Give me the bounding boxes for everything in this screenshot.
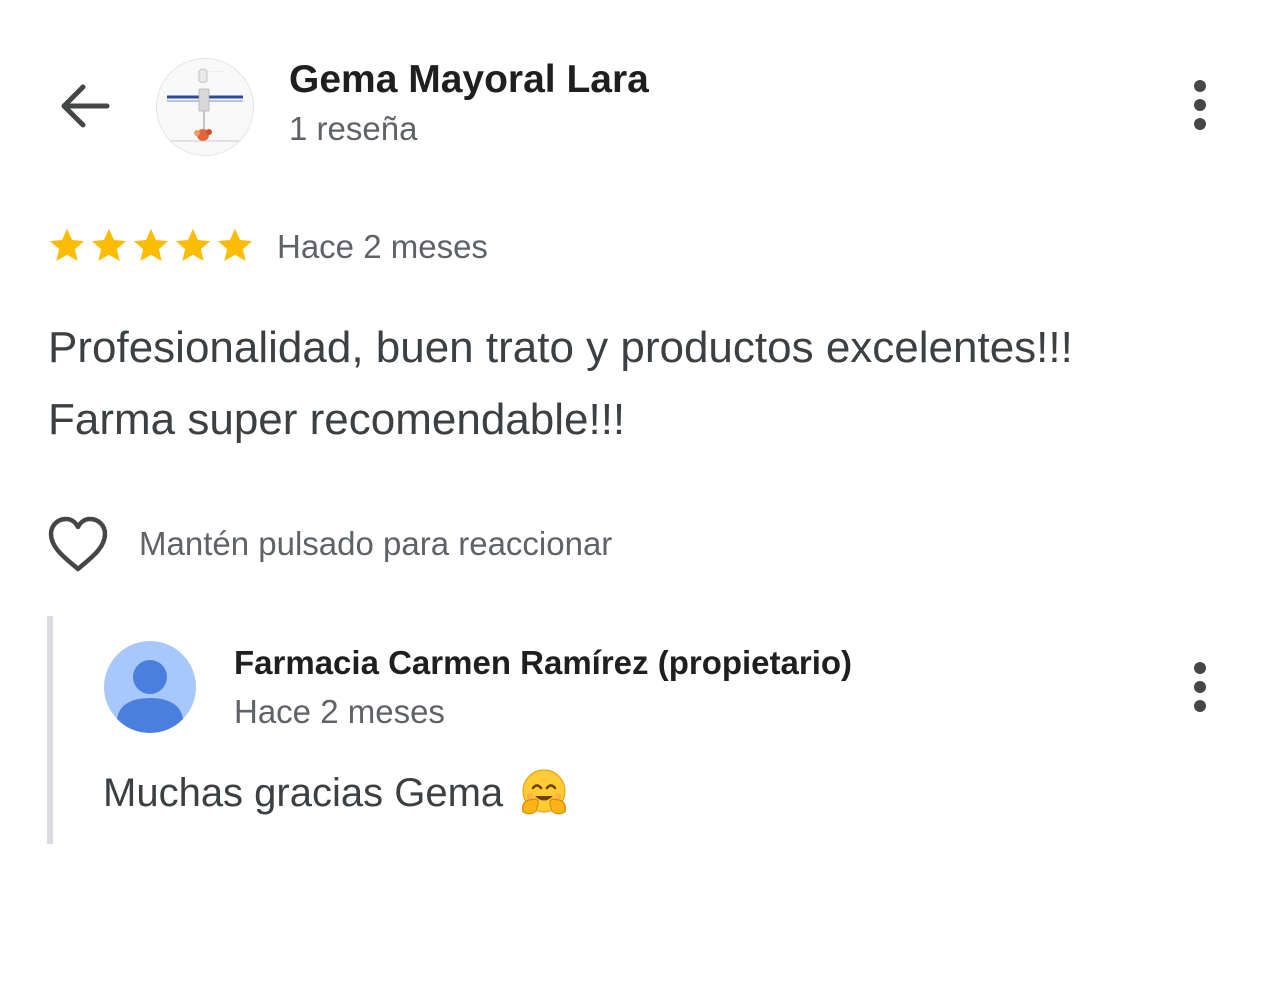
svg-text:· · · · ·: · · · · ·: [209, 69, 224, 75]
star-icon: [175, 228, 211, 262]
owner-reply-message: Muchas gracias Gema: [103, 770, 504, 815]
heart-outline-icon: [48, 516, 108, 572]
reviewer-name[interactable]: Gema Mayoral Lara: [289, 58, 649, 102]
more-vert-icon: [1194, 662, 1206, 674]
reviewer-avatar-image: · · · · ·: [157, 59, 253, 155]
arrow-left-icon: [61, 84, 110, 128]
reviewer-review-count: 1 reseña: [289, 110, 418, 147]
owner-reply-date: Hace 2 meses: [234, 693, 445, 730]
review-text: Profesionalidad, buen trato y productos …: [48, 312, 1228, 456]
person-icon: [117, 660, 183, 733]
owner-avatar[interactable]: [104, 641, 196, 733]
reviewer-avatar[interactable]: · · · · ·: [156, 58, 254, 156]
hugging-face-icon: [522, 769, 567, 815]
reaction-hint: Mantén pulsado para reaccionar: [139, 525, 613, 562]
review-text-line: Profesionalidad, buen trato y productos …: [48, 323, 1073, 372]
reply-more-options-button[interactable]: [1180, 652, 1220, 722]
review-date: Hace 2 meses: [277, 228, 488, 265]
star-icon: [49, 228, 85, 262]
reply-indent-bar: [47, 616, 53, 844]
star-icon: [217, 228, 253, 262]
react-button[interactable]: [46, 515, 110, 575]
more-vert-icon: [1194, 80, 1206, 92]
review-text-line: Farma super recomendable!!!: [48, 395, 626, 444]
back-button[interactable]: [52, 76, 116, 136]
review-more-options-button[interactable]: [1180, 70, 1220, 140]
owner-reply-text: Muchas gracias Gema: [103, 766, 571, 820]
owner-name: Farmacia Carmen Ramírez (propietario): [234, 644, 853, 681]
star-icon: [133, 228, 169, 262]
star-icon: [91, 228, 127, 262]
star-rating: [46, 224, 256, 270]
